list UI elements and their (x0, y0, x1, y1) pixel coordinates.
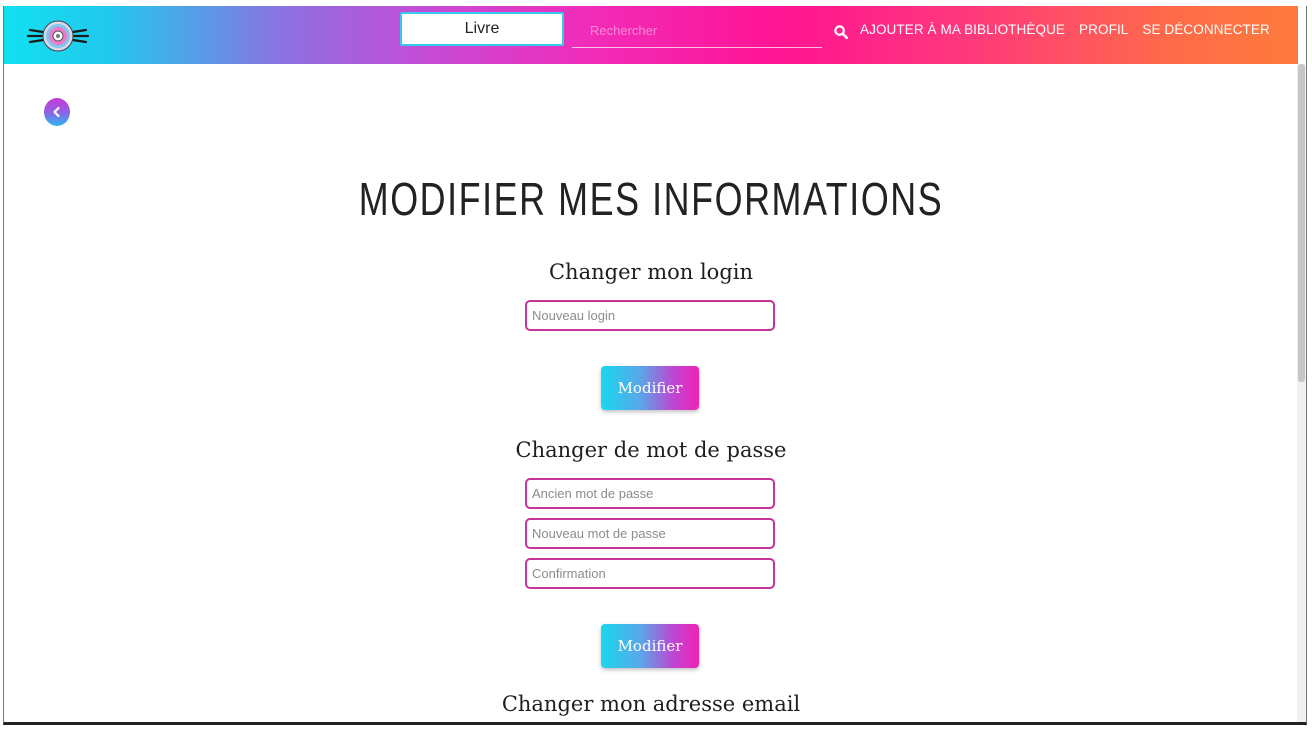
browser-viewport: Livre AJOUTER À MA BIBLIOTHÈQUE PROFIL S… (3, 6, 1307, 725)
nav-link-add-library[interactable]: AJOUTER À MA BIBLIOTHÈQUE (860, 22, 1065, 37)
section-title-password: Changer de mot de passe (515, 438, 787, 462)
modify-login-button[interactable]: Modifier (601, 366, 699, 410)
old-password-field[interactable] (525, 478, 775, 509)
new-login-field[interactable] (525, 300, 775, 331)
nav-links: AJOUTER À MA BIBLIOTHÈQUE PROFIL SE DÉCO… (860, 22, 1270, 37)
navbar: Livre AJOUTER À MA BIBLIOTHÈQUE PROFIL S… (4, 6, 1298, 64)
page-title: MODIFIER MES INFORMATIONS (358, 173, 944, 225)
chevron-left-icon (53, 106, 60, 118)
back-button[interactable] (44, 98, 70, 126)
modify-password-button[interactable]: Modifier (601, 624, 699, 668)
section-title-email: Changer mon adresse email (501, 692, 801, 716)
nav-link-profile[interactable]: PROFIL (1079, 22, 1128, 37)
confirm-password-field[interactable] (525, 558, 775, 589)
search-input[interactable] (572, 14, 822, 48)
section-title-login: Changer mon login (548, 260, 754, 284)
scrollbar[interactable] (1297, 64, 1306, 722)
new-password-field[interactable] (525, 518, 775, 549)
search-icon[interactable] (834, 25, 849, 40)
nav-link-logout[interactable]: SE DÉCONNECTER (1142, 22, 1269, 37)
logo-disc-icon[interactable] (26, 16, 90, 56)
category-select[interactable]: Livre (400, 12, 564, 46)
scrollbar-thumb[interactable] (1298, 64, 1305, 382)
